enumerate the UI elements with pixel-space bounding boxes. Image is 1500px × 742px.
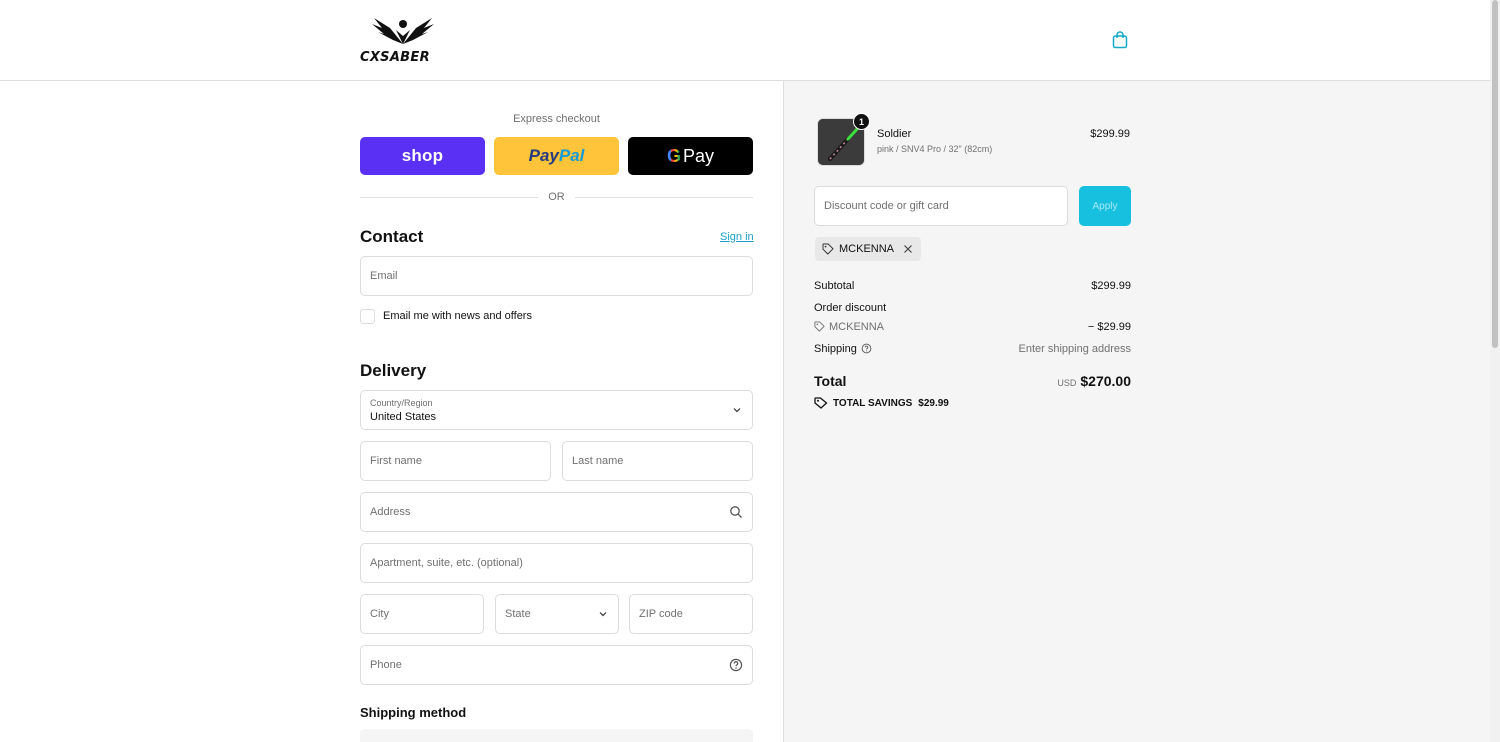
apartment-field[interactable] [360,543,753,583]
paypal-label-part1: Pay [528,146,559,165]
discount-field[interactable] [814,186,1068,226]
address-input[interactable] [361,493,752,531]
product-name: Soldier [877,128,912,140]
order-discount-label: Order discount [814,302,887,314]
email-field[interactable] [360,256,753,296]
brand-logo[interactable]: CXSABER [360,14,446,66]
brand-logo-emblem [372,18,434,44]
product-variant: pink / SNV4 Pro / 32" (82cm) [877,144,993,154]
first-name-input[interactable] [361,442,550,480]
city-input[interactable] [361,595,483,633]
order-discount-row: Order discount [814,302,1131,314]
total-savings: TOTAL SAVINGS $29.99 [814,397,949,409]
first-name-field[interactable] [360,441,551,481]
savings-value: $29.99 [918,397,949,409]
applied-discount-chip: MCKENNA [815,237,922,261]
header: CXSABER [0,0,1490,81]
total-amount: USD $270.00 [984,373,1131,391]
product-price: $299.99 [1090,128,1130,140]
country-label: Country/Region [370,398,433,408]
shipping-method-title: Shipping method [360,705,467,720]
contact-title: Contact [360,227,424,246]
discount-code-row: MCKENNA − $29.99 [814,321,1131,333]
news-checkbox-label: Email me with news and offers [383,310,532,322]
help-circle-icon[interactable] [861,343,872,354]
paypal-button[interactable]: Pay Pal [494,137,619,175]
news-checkbox[interactable] [360,308,375,324]
tag-icon [814,397,828,409]
shipping-value: Enter shipping address [1018,343,1131,355]
city-field[interactable] [360,594,484,634]
subtotal-value: $299.99 [1091,280,1131,292]
total-label: Total [814,373,847,389]
shipping-row: Shipping Enter shipping address [814,343,1131,355]
state-placeholder: State [505,608,531,620]
country-value: United States [370,411,437,423]
apply-button[interactable]: Apply [1079,186,1131,226]
discount-code-label: MCKENNA [829,321,885,333]
scrollbar-thumb[interactable] [1492,0,1498,348]
subtotal-label: Subtotal [814,280,855,292]
close-icon[interactable] [903,244,913,254]
address-field[interactable] [360,492,753,532]
delivery-title: Delivery [360,361,427,380]
shop-pay-button[interactable]: shop [360,137,485,175]
discount-value: − $29.99 [1087,321,1131,333]
help-circle-icon[interactable] [729,658,743,672]
subtotal-row: Subtotal $299.99 [814,280,1131,292]
express-checkout-label: Express checkout [513,113,600,125]
shopping-bag-icon[interactable] [1110,30,1130,50]
paypal-label-part2: Pal [558,146,585,165]
google-g-icon: G [666,145,681,166]
phone-field[interactable] [360,645,753,685]
checkout-form: Express checkout shop Pay Pal G Pay OR Co… [0,81,783,742]
quantity-badge: 1 [853,113,870,130]
savings-label: TOTAL SAVINGS [833,397,913,409]
tag-icon [822,243,834,255]
search-icon[interactable] [729,505,743,519]
phone-input[interactable] [361,646,752,684]
applied-discount-code: MCKENNA [839,243,895,255]
or-divider: OR [360,191,753,205]
shipping-label: Shipping [814,343,857,355]
divider-line-right [575,197,753,198]
tag-icon [814,321,825,332]
zip-field[interactable] [629,594,753,634]
total-currency: USD [1057,378,1077,388]
last-name-input[interactable] [563,442,752,480]
last-name-field[interactable] [562,441,753,481]
sign-in-link[interactable]: Sign in [720,231,754,243]
scrollbar[interactable] [1490,0,1500,742]
total-value: $270.00 [1080,373,1131,389]
order-summary: 1 Soldier pink / SNV4 Pro / 32" (82cm) $… [783,81,1490,742]
zip-input[interactable] [630,595,752,633]
shop-pay-label: shop [401,146,444,165]
discount-input[interactable] [815,187,1067,225]
shipping-method-placeholder [360,729,753,742]
email-input[interactable] [361,257,752,295]
country-select[interactable]: Country/Region United States [360,390,753,430]
brand-logo-text: CXSABER [360,50,430,65]
google-pay-label: Pay [682,145,715,166]
chevron-down-icon [733,408,741,413]
news-opt-in[interactable]: Email me with news and offers [360,308,532,324]
apartment-input[interactable] [361,544,752,582]
state-select[interactable]: State [495,594,619,634]
chevron-down-icon [599,612,607,617]
google-pay-button[interactable]: G Pay [628,137,753,175]
